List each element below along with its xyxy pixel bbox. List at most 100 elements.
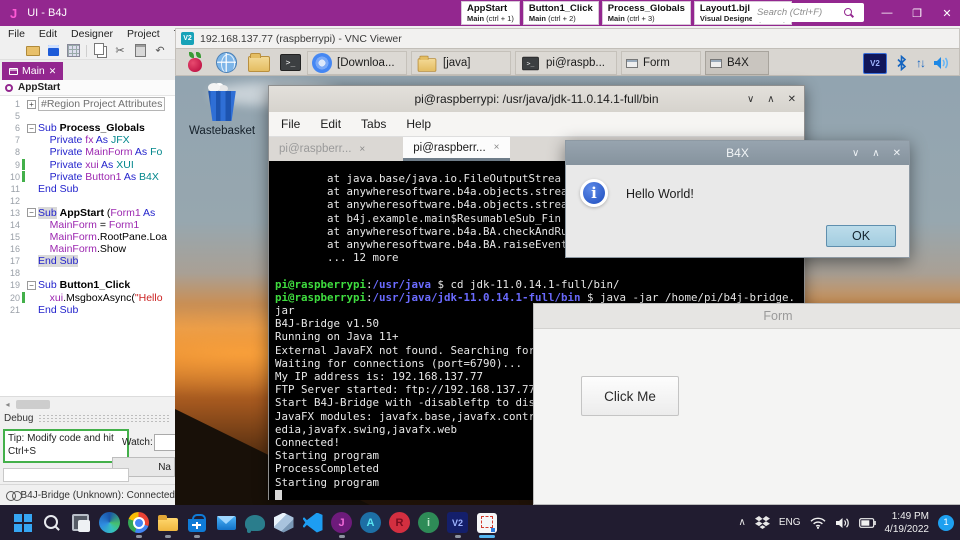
pi-taskbar-button-b4x[interactable]: B4X <box>705 51 769 75</box>
tab-close-icon[interactable]: ✕ <box>49 66 57 77</box>
taskbar-item-snipping[interactable] <box>472 505 501 540</box>
taskbar-item-b4r[interactable]: R <box>385 505 414 540</box>
file-manager-icon[interactable] <box>247 51 270 74</box>
hidden-icons-chevron-icon[interactable]: ∧ <box>739 517 746 528</box>
click-me-button[interactable]: Click Me <box>581 376 679 416</box>
copy-icon[interactable] <box>93 44 107 58</box>
quick-tab-process_globals[interactable]: Process_Globals Main (ctrl + 3) <box>601 1 691 25</box>
b4j-logo-icon: J <box>10 5 18 21</box>
maximize-icon[interactable]: ∧ <box>872 148 879 159</box>
line-number: 5 <box>14 111 20 122</box>
undo-icon[interactable]: ↶ <box>153 44 167 58</box>
web-browser-icon[interactable] <box>215 51 238 74</box>
code-horizontal-scrollbar[interactable]: ◂ <box>0 396 175 411</box>
close-icon[interactable]: ✕ <box>940 7 954 20</box>
cut-icon[interactable]: ✂ <box>113 44 127 58</box>
clock[interactable]: 1:49 PM 4/19/2022 <box>885 510 930 536</box>
wifi-icon[interactable] <box>810 517 826 529</box>
minimize-icon[interactable]: ∨ <box>852 148 859 159</box>
terminal-icon[interactable]: >_ <box>279 51 302 74</box>
terminal-titlebar[interactable]: pi@raspberrypi: /usr/java/jdk-11.0.14.1-… <box>269 86 804 112</box>
taskbar-item-search[interactable] <box>37 505 66 540</box>
scrollbar-thumb[interactable] <box>16 400 50 409</box>
maximize-icon[interactable]: ❐ <box>910 7 924 20</box>
terminal-menu-help[interactable]: Help <box>406 117 431 131</box>
fold-icon[interactable]: − <box>27 280 36 290</box>
taskbar-item-b4j[interactable]: J <box>327 505 356 540</box>
quick-tab-button1_click[interactable]: Button1_Click Main (ctrl + 2) <box>522 1 599 25</box>
language-indicator[interactable]: ENG <box>779 517 801 528</box>
paste-icon[interactable] <box>133 44 147 58</box>
watch-row[interactable] <box>3 468 129 482</box>
terminal-menu-edit[interactable]: Edit <box>320 117 341 131</box>
taskbar-item-virtualbox[interactable] <box>269 505 298 540</box>
close-icon[interactable]: ✕ <box>893 148 901 159</box>
pi-taskbar-button-downloa[interactable]: [Downloa... <box>307 51 407 75</box>
fold-icon <box>27 160 36 169</box>
maximize-icon[interactable]: ∧ <box>767 94 774 105</box>
line-number: 14 <box>9 219 20 230</box>
form-titlebar[interactable]: Form <box>534 304 960 329</box>
pi-taskbar-button-piraspb[interactable]: >_ pi@raspb... <box>515 51 617 75</box>
volume-icon[interactable] <box>933 56 951 70</box>
taskbar-item-edge[interactable] <box>95 505 124 540</box>
minimize-icon[interactable]: — <box>880 7 894 19</box>
fold-icon[interactable]: − <box>27 123 36 133</box>
fold-icon[interactable]: − <box>27 208 36 218</box>
terminal-menu-file[interactable]: File <box>281 117 300 131</box>
taskbar-item-chrome[interactable] <box>124 505 153 540</box>
menu-edit[interactable]: Edit <box>39 28 57 40</box>
vnc-tray-icon[interactable]: V2 <box>863 52 887 74</box>
taskbar-item-elephant-app[interactable] <box>240 505 269 540</box>
notification-badge[interactable]: 1 <box>938 514 954 531</box>
tray-date: 4/19/2022 <box>884 523 930 535</box>
ide-statusbar: B4J-Bridge (Unknown): Connected <box>0 484 175 505</box>
minimize-icon[interactable]: ∨ <box>747 94 754 105</box>
terminal-tab-1[interactable]: pi@raspberr... × <box>269 137 375 161</box>
vnc-titlebar[interactable]: V2 192.168.137.77 (raspberrypi) - VNC Vi… <box>175 28 960 48</box>
tab-close-icon[interactable]: × <box>494 142 500 153</box>
taskbar-item-vscode[interactable] <box>298 505 327 540</box>
quick-tab-appstart[interactable]: AppStart Main (ctrl + 1) <box>461 1 520 25</box>
taskbar-item-b4i[interactable]: i <box>414 505 443 540</box>
menu-designer[interactable]: Designer <box>71 28 113 40</box>
taskbar-item-task-view[interactable] <box>66 505 95 540</box>
taskbar-item-vnc[interactable]: V2 <box>443 505 472 540</box>
speaker-icon[interactable] <box>835 517 850 529</box>
open-icon[interactable] <box>26 44 40 58</box>
menu-project[interactable]: Project <box>127 28 160 40</box>
battery-icon[interactable] <box>858 517 876 528</box>
taskbar-item-b4a[interactable]: A <box>356 505 385 540</box>
taskbar-item-mail[interactable] <box>211 505 240 540</box>
tab-main[interactable]: Main ✕ <box>2 62 64 80</box>
build-icon[interactable] <box>66 44 80 58</box>
save-icon[interactable] <box>46 44 60 58</box>
dropbox-icon[interactable] <box>754 515 770 530</box>
taskbar-item-store[interactable] <box>182 505 211 540</box>
pi-taskbar-button-java[interactable]: [java] <box>411 51 511 75</box>
network-arrows-icon[interactable]: ↑↓ <box>916 56 926 70</box>
tab-close-icon[interactable]: × <box>359 144 365 155</box>
menu-file[interactable]: File <box>8 28 25 40</box>
fold-icon[interactable]: + <box>27 99 36 109</box>
close-icon[interactable]: ✕ <box>788 94 796 105</box>
bluetooth-icon[interactable] <box>896 55 907 71</box>
terminal-menu-tabs[interactable]: Tabs <box>361 117 386 131</box>
search-input[interactable] <box>752 7 844 18</box>
taskbar-item-file-explorer[interactable] <box>153 505 182 540</box>
scroll-left-icon[interactable]: ◂ <box>2 399 13 410</box>
ide-search-box[interactable] <box>752 3 864 22</box>
pi-taskbar-button-form[interactable]: Form <box>621 51 701 75</box>
toolbar-separator <box>86 44 87 57</box>
raspberry-menu-icon[interactable] <box>183 51 206 74</box>
terminal-tab-2[interactable]: pi@raspberr... × <box>403 137 510 161</box>
new-file-icon[interactable] <box>6 44 20 58</box>
code-editor[interactable]: 1 + #Region Project Attributes 5 6− Sub Proce… <box>0 96 175 396</box>
b4x-dialog-titlebar[interactable]: B4X ∨ ∧ ✕ <box>566 141 909 165</box>
b4x-dialog-title: B4X <box>726 146 749 160</box>
wastebasket-shortcut[interactable]: Wastebasket <box>189 83 255 137</box>
breadcrumb-label[interactable]: AppStart <box>18 82 60 93</box>
debug-grip[interactable] <box>38 414 171 423</box>
taskbar-item-start[interactable] <box>8 505 37 540</box>
ok-button[interactable]: OK <box>826 225 896 247</box>
